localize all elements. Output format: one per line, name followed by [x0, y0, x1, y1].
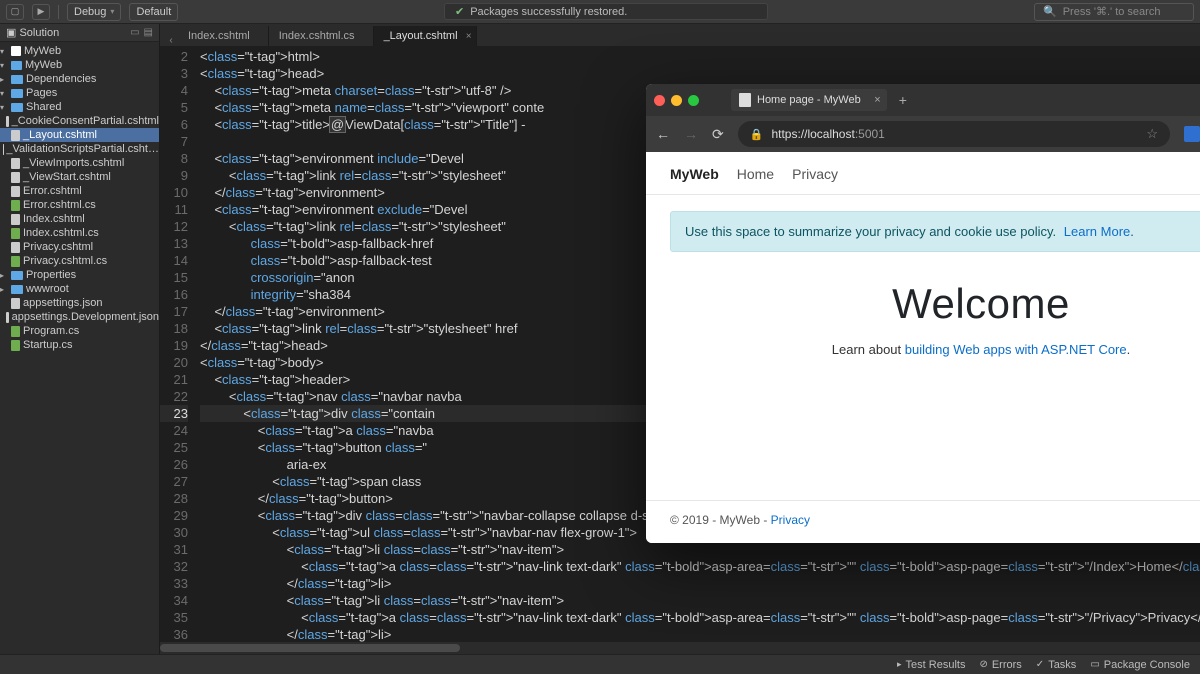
browser-tab[interactable]: Home page - MyWeb× — [731, 89, 887, 111]
tree-item[interactable]: Startup.cs — [0, 338, 159, 352]
tree-item[interactable]: appsettings.Development.json — [0, 310, 159, 324]
footer-privacy-link[interactable]: Privacy — [771, 513, 810, 527]
tree-item[interactable]: ▾Shared — [0, 100, 159, 114]
page-title: Welcome — [892, 280, 1070, 328]
status-test-results[interactable]: Test Results — [897, 659, 965, 671]
page-footer: © 2019 - MyWeb - Privacy — [646, 500, 1200, 543]
editor-tab[interactable]: Index.cshtml — [178, 26, 269, 46]
close-icon[interactable] — [654, 95, 665, 106]
refresh-button[interactable]: ⟳ — [712, 126, 724, 143]
nav-privacy[interactable]: Privacy — [792, 166, 838, 182]
horizontal-scrollbar[interactable] — [160, 642, 1200, 654]
tree-item[interactable]: Error.cshtml.cs — [0, 198, 159, 212]
tree-item[interactable]: Index.cshtml.cs — [0, 226, 159, 240]
tree-item[interactable]: Privacy.cshtml — [0, 240, 159, 254]
run-button[interactable]: ▶ — [32, 4, 50, 20]
editor-tab[interactable]: Index.cshtml.cs — [269, 26, 374, 46]
minimize-icon[interactable] — [671, 95, 682, 106]
tree-item[interactable]: Index.cshtml — [0, 212, 159, 226]
page-lead: Learn about building Web apps with ASP.N… — [832, 342, 1131, 357]
new-tab-button[interactable]: + — [895, 92, 911, 108]
status-tasks[interactable]: Tasks — [1036, 659, 1077, 671]
page-content: MyWeb Home Privacy Use this space to sum… — [646, 152, 1200, 543]
solution-header: ▣ Solution ▭▤ — [0, 24, 159, 42]
tree-item[interactable]: ▸wwwroot — [0, 282, 159, 296]
brand[interactable]: MyWeb — [670, 166, 719, 182]
bookmark-icon[interactable]: ☆ — [1146, 126, 1158, 142]
tab-close-icon[interactable]: × — [874, 94, 880, 106]
top-toolbar: ▢ ▶ Debug▾ Default ✔Packages successfull… — [0, 0, 1200, 24]
browser-nav: ← → ⟳ 🔒 https://localhost:5001 ☆ | 👤 ☺ ⋯ — [646, 116, 1200, 152]
config-debug[interactable]: Debug▾ — [67, 3, 121, 21]
editor-tabs: ‹Index.cshtmlIndex.cshtml.cs_Layout.csht… — [160, 24, 1200, 46]
tree-item[interactable]: _ViewStart.cshtml — [0, 170, 159, 184]
status-errors[interactable]: Errors — [979, 659, 1021, 671]
status-bar: Test Results Errors Tasks Package Consol… — [0, 654, 1200, 674]
solution-panel: ▣ Solution ▭▤ ▾MyWeb▾MyWeb▸Dependencies▾… — [0, 24, 160, 654]
editor-tab[interactable]: _Layout.cshtml× — [374, 26, 477, 46]
maximize-icon[interactable] — [688, 95, 699, 106]
extension-icon[interactable] — [1184, 126, 1200, 142]
address-bar[interactable]: 🔒 https://localhost:5001 ☆ — [738, 121, 1170, 147]
tree-item[interactable]: ▸Dependencies — [0, 72, 159, 86]
tree-item[interactable]: _ViewImports.cshtml — [0, 156, 159, 170]
browser-window: Home page - MyWeb× + ← → ⟳ 🔒 https://loc… — [646, 84, 1200, 543]
lock-icon: 🔒 — [750, 128, 764, 141]
browser-titlebar: Home page - MyWeb× + — [646, 84, 1200, 116]
search-box[interactable]: 🔍Press '⌘.' to search — [1034, 3, 1194, 21]
tab-close-icon[interactable]: × — [466, 31, 472, 42]
tree-item[interactable]: Program.cs — [0, 324, 159, 338]
search-icon: 🔍 — [1043, 5, 1057, 18]
back-button[interactable]: ← — [656, 126, 670, 142]
nav-btn[interactable]: ▢ — [6, 4, 24, 20]
site-nav: MyWeb Home Privacy — [646, 152, 1200, 195]
config-target[interactable]: Default — [129, 3, 178, 21]
learn-more-link[interactable]: Learn More — [1064, 224, 1130, 239]
status-package-console[interactable]: Package Console — [1090, 659, 1190, 671]
tree-item[interactable]: appsettings.json — [0, 296, 159, 310]
tree-item[interactable]: _CookieConsentPartial.cshtml — [0, 114, 159, 128]
tree-item[interactable]: ▾Pages — [0, 86, 159, 100]
tree-item[interactable]: _Layout.cshtml — [0, 128, 159, 142]
tree-item[interactable]: Error.cshtml — [0, 184, 159, 198]
tree-item[interactable]: _ValidationScriptsPartial.csht… — [0, 142, 159, 156]
nav-home[interactable]: Home — [737, 166, 774, 182]
page-icon — [739, 93, 751, 107]
tree-item[interactable]: ▸Properties — [0, 268, 159, 282]
forward-button[interactable]: → — [684, 126, 698, 142]
panel-menu-icon[interactable]: ▤ — [144, 27, 153, 38]
tree-item[interactable]: ▾MyWeb — [0, 44, 159, 58]
cookie-banner: Use this space to summarize your privacy… — [670, 211, 1200, 252]
tree-item[interactable]: Privacy.cshtml.cs — [0, 254, 159, 268]
tree-item[interactable]: ▾MyWeb — [0, 58, 159, 72]
aspnet-link[interactable]: building Web apps with ASP.NET Core — [905, 342, 1127, 357]
panel-pin-icon[interactable]: ▭ — [130, 27, 139, 38]
editor-area: ‹Index.cshtmlIndex.cshtml.cs_Layout.csht… — [160, 24, 1200, 654]
status-message: ✔Packages successfully restored. — [444, 3, 768, 20]
tabs-scroll-left[interactable]: ‹ — [164, 35, 178, 46]
